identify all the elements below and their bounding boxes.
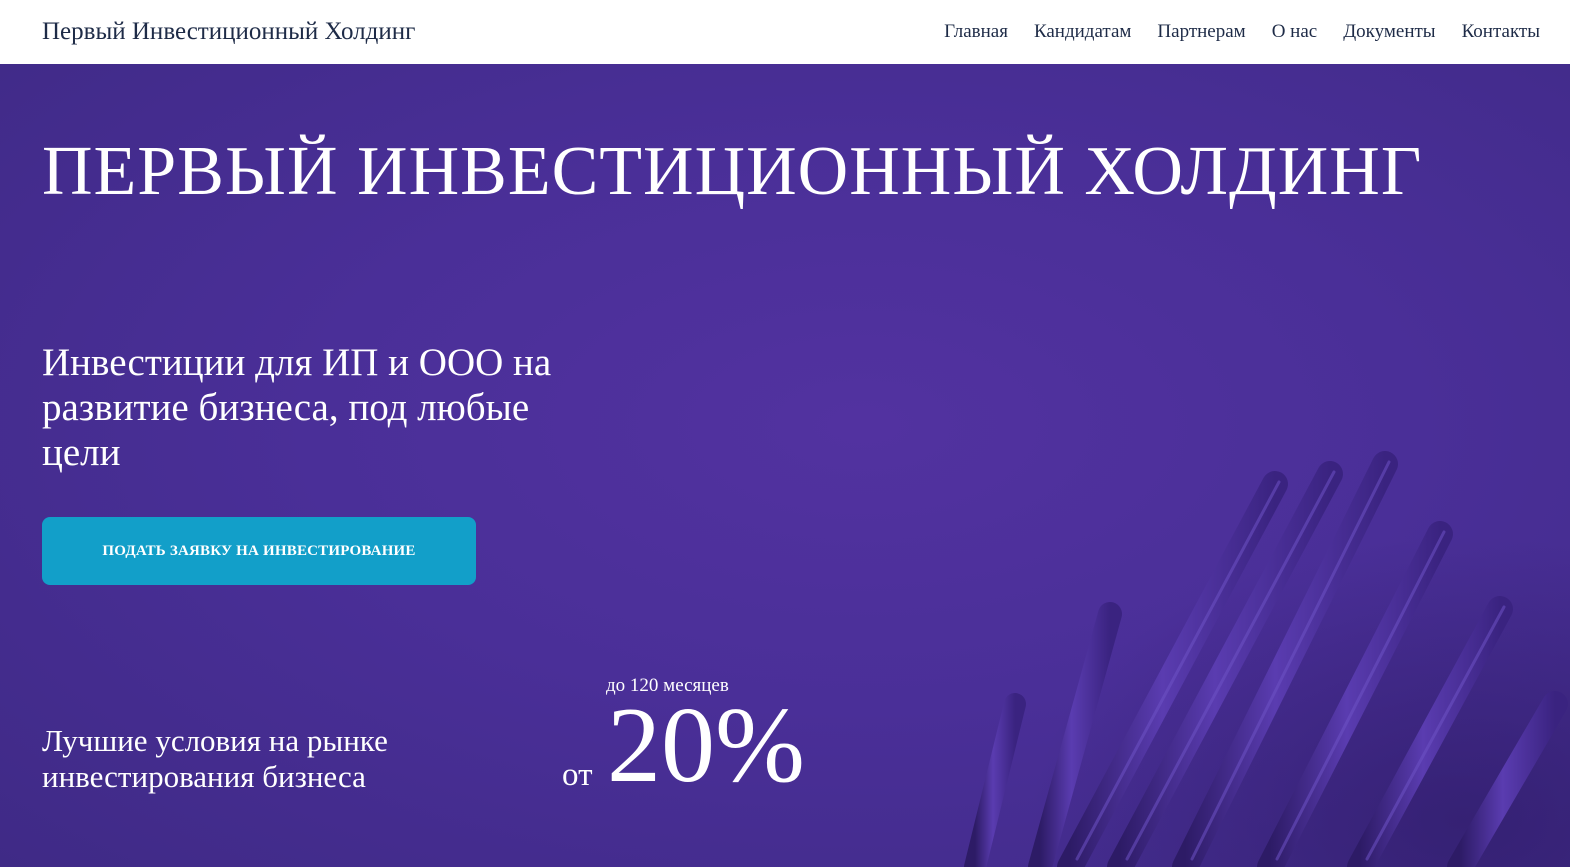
site-header: Первый Инвестиционный Холдинг Главная Ка… — [0, 0, 1570, 64]
nav-link-documents[interactable]: Документы — [1343, 21, 1435, 43]
nav-link-about[interactable]: О нас — [1272, 21, 1318, 43]
best-conditions-text: Лучшие условия на рынке инвестирования б… — [42, 723, 388, 794]
hero-section: ПЕРВЫЙ ИНВЕСТИЦИОННЫЙ ХОЛДИНГ Инвестиции… — [0, 64, 1570, 867]
nav-link-contacts[interactable]: Контакты — [1462, 21, 1540, 43]
rate-prefix: от — [562, 757, 593, 793]
rate-value: 20% — [607, 686, 805, 805]
nav-link-candidates[interactable]: Кандидатам — [1034, 21, 1131, 43]
apply-investment-button[interactable]: ПОДАТЬ ЗАЯВКУ НА ИНВЕСТИРОВАНИЕ — [42, 517, 476, 585]
hero-title: ПЕРВЫЙ ИНВЕСТИЦИОННЫЙ ХОЛДИНГ — [42, 133, 1423, 210]
nav-link-home[interactable]: Главная — [944, 21, 1008, 43]
nav-link-partners[interactable]: Партнерам — [1157, 21, 1245, 43]
main-nav: Главная Кандидатам Партнерам О нас Докум… — [944, 21, 1540, 43]
brand-logo-text[interactable]: Первый Инвестиционный Холдинг — [42, 18, 415, 46]
hero-subtitle: Инвестиции для ИП и ООО на развитие бизн… — [42, 341, 552, 474]
